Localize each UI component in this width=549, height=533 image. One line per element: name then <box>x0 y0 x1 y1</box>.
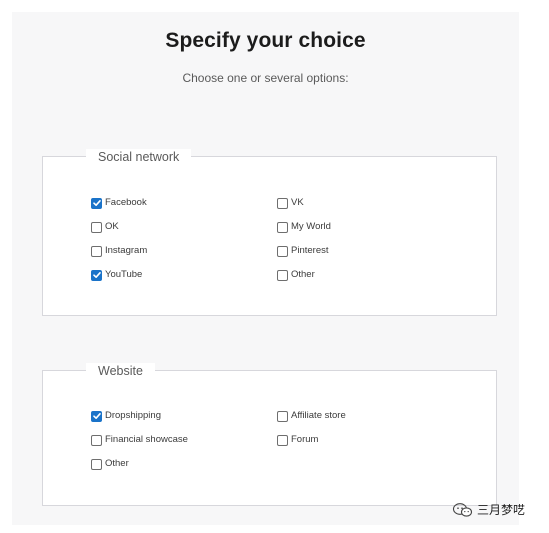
wechat-icon <box>452 502 473 517</box>
check-icon <box>92 413 101 419</box>
option-vk[interactable]: VK <box>277 196 304 210</box>
pinterest-checkbox[interactable] <box>277 245 288 257</box>
pinterest-label: Pinterest <box>291 245 329 256</box>
option-my-world[interactable]: My World <box>277 220 331 234</box>
website-other-checkbox[interactable] <box>91 458 102 470</box>
affiliate-store-checkbox[interactable] <box>277 410 288 422</box>
social-other-checkbox[interactable] <box>277 269 288 281</box>
instagram-checkbox[interactable] <box>91 245 102 257</box>
check-icon <box>92 200 101 206</box>
check-icon <box>92 272 101 278</box>
option-financial-showcase[interactable]: Financial showcase <box>91 433 188 447</box>
website-group: Website Dropshipping Affiliate store Fin… <box>42 363 497 506</box>
website-other-label: Other <box>105 458 129 469</box>
watermark-text: 三月梦呓 <box>477 503 526 517</box>
option-social-other[interactable]: Other <box>277 268 315 282</box>
financial-showcase-checkbox[interactable] <box>91 434 102 446</box>
facebook-checkbox[interactable] <box>91 197 102 209</box>
website-legend: Website <box>86 363 155 379</box>
option-ok[interactable]: OK <box>91 220 119 234</box>
option-youtube[interactable]: YouTube <box>91 268 142 282</box>
option-pinterest[interactable]: Pinterest <box>277 244 329 258</box>
youtube-label: YouTube <box>105 269 143 280</box>
dropshipping-checkbox[interactable] <box>91 410 102 422</box>
watermark: 三月梦呓 <box>452 501 525 518</box>
my-world-checkbox[interactable] <box>277 221 288 233</box>
social-network-group: Social network Facebook VK OK My World I… <box>42 149 497 316</box>
dropshipping-label: Dropshipping <box>105 410 161 421</box>
option-affiliate-store[interactable]: Affiliate store <box>277 409 346 423</box>
page-subtitle: Choose one or several options: <box>182 71 349 85</box>
affiliate-store-label: Affiliate store <box>291 410 346 421</box>
option-dropshipping[interactable]: Dropshipping <box>91 409 161 423</box>
financial-showcase-label: Financial showcase <box>105 434 188 445</box>
vk-label: VK <box>291 197 304 208</box>
ok-checkbox[interactable] <box>91 221 102 233</box>
forum-label: Forum <box>291 434 319 445</box>
my-world-label: My World <box>291 221 331 232</box>
option-website-other[interactable]: Other <box>91 457 129 471</box>
instagram-label: Instagram <box>105 245 148 256</box>
option-forum[interactable]: Forum <box>277 433 318 447</box>
option-facebook[interactable]: Facebook <box>91 196 147 210</box>
youtube-checkbox[interactable] <box>91 269 102 281</box>
social-network-legend: Social network <box>86 149 192 165</box>
vk-checkbox[interactable] <box>277 197 288 209</box>
ok-label: OK <box>105 221 119 232</box>
page-title: Specify your choice <box>165 29 366 52</box>
option-instagram[interactable]: Instagram <box>91 244 147 258</box>
social-other-label: Other <box>291 269 315 280</box>
facebook-label: Facebook <box>105 197 147 208</box>
forum-checkbox[interactable] <box>277 434 288 446</box>
